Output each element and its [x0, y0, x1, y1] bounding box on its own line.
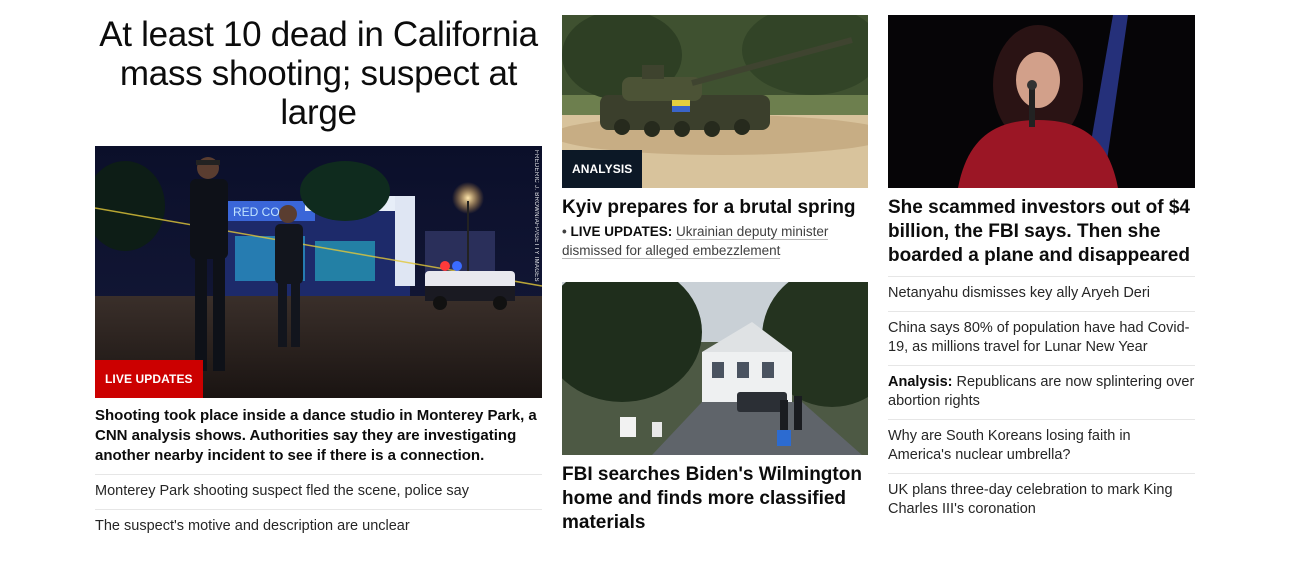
house-search-image — [562, 282, 868, 455]
photo-credit: FREDERIC J. BROWN/AFP/GETTY IMAGES — [533, 150, 539, 282]
lead-headline[interactable]: At least 10 dead in California mass shoo… — [95, 15, 542, 132]
lead-summary[interactable]: Shooting took place inside a dance studi… — [95, 406, 542, 466]
building-sign: RED CO — [233, 205, 280, 219]
kyiv-headline[interactable]: Kyiv prepares for a brutal spring — [562, 196, 868, 220]
lead-image[interactable]: RED CO FREDERIC J. BROWN/AFP/GETTY IMAGE… — [95, 146, 542, 398]
bullet: • — [562, 224, 567, 239]
live-updates-badge: LIVE UPDATES — [95, 360, 203, 398]
right-link-text: China says 80% of population have had Co… — [888, 320, 1190, 355]
right-link-south-korea[interactable]: Why are South Koreans losing faith in Am… — [888, 419, 1195, 473]
right-link-republicans-abortion[interactable]: Analysis: Republicans are now splinterin… — [888, 365, 1195, 419]
biden-story-image[interactable] — [562, 282, 868, 455]
right-link-uk-coronation[interactable]: UK plans three-day celebration to mark K… — [888, 473, 1195, 527]
biden-headline[interactable]: FBI searches Biden's Wilmington home and… — [562, 463, 868, 535]
scam-story-image[interactable] — [888, 15, 1195, 188]
right-column: She scammed investors out of $4 billion,… — [888, 0, 1195, 527]
analysis-badge: ANALYSIS — [562, 150, 643, 188]
lead-story: At least 10 dead in California mass shoo… — [95, 0, 542, 544]
right-link-text: Why are South Koreans losing faith in Am… — [888, 428, 1131, 463]
lead-related-link-1[interactable]: Monterey Park shooting suspect fled the … — [95, 474, 542, 509]
right-link-netanyahu[interactable]: Netanyahu dismisses key ally Aryeh Deri — [888, 276, 1195, 311]
middle-column: ANALYSIS Kyiv prepares for a brutal spri… — [562, 0, 868, 535]
speaker-on-stage-image — [888, 15, 1195, 188]
analysis-label: Analysis: — [888, 374, 953, 390]
kyiv-story-image[interactable]: ANALYSIS — [562, 15, 868, 188]
right-link-china-covid[interactable]: China says 80% of population have had Co… — [888, 311, 1195, 365]
right-link-text: UK plans three-day celebration to mark K… — [888, 482, 1173, 517]
kyiv-live-updates-link[interactable]: • LIVE UPDATES: Ukrainian deputy ministe… — [562, 222, 868, 260]
right-link-text: Netanyahu dismisses key ally Aryeh Deri — [888, 285, 1150, 301]
scam-headline[interactable]: She scammed investors out of $4 billion,… — [888, 196, 1195, 268]
live-updates-label: LIVE UPDATES: — [570, 224, 673, 239]
lead-related-link-2[interactable]: The suspect's motive and description are… — [95, 509, 542, 544]
